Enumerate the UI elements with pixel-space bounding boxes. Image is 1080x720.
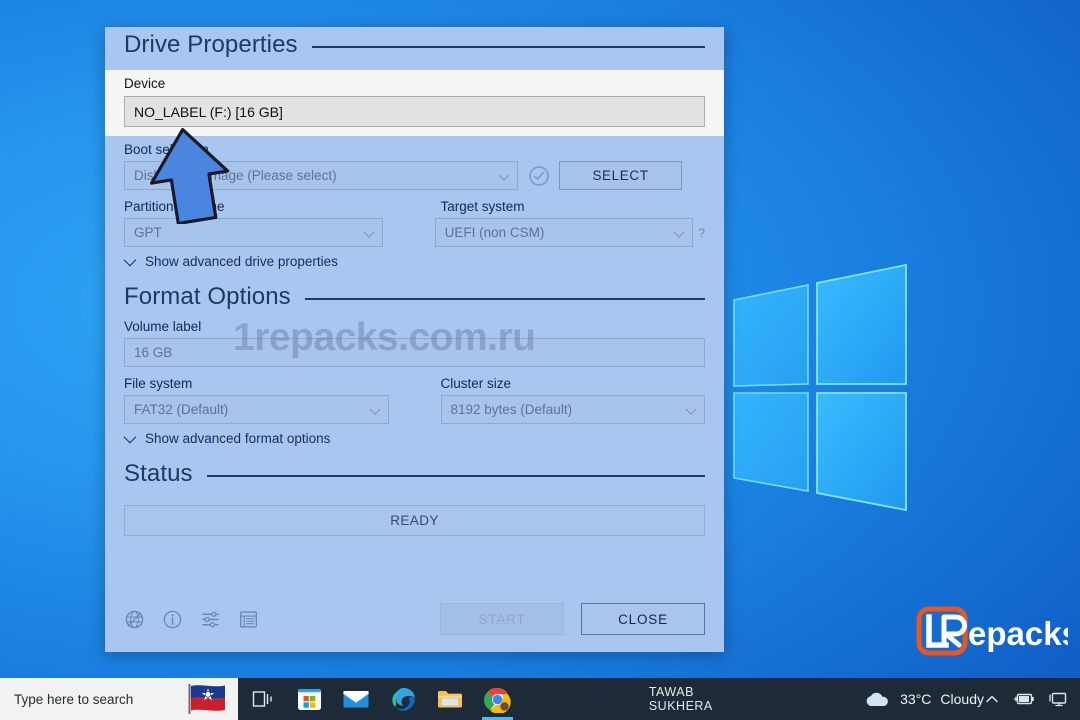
page-title: Drive Properties [124, 31, 298, 58]
battery-charging-icon[interactable] [1013, 691, 1035, 707]
target-system-value: UEFI (non CSM) [444, 225, 545, 240]
heading-rule [304, 297, 705, 300]
cluster-size-dropdown[interactable]: 8192 bytes (Default) [440, 395, 705, 424]
chevron-up-icon[interactable] [984, 691, 1000, 707]
system-tray [984, 691, 1080, 708]
close-button[interactable]: CLOSE [581, 603, 705, 635]
tool-icon-group [124, 609, 259, 630]
file-system-label: File system [124, 376, 193, 391]
chevron-down-icon [673, 226, 685, 238]
status-bar-wrap: READY [105, 505, 724, 536]
file-system-value: FAT32 (Default) [134, 402, 229, 417]
mail-icon[interactable] [333, 678, 380, 720]
file-system-dropdown[interactable]: FAT32 (Default) [124, 395, 389, 424]
checksum-button[interactable] [518, 165, 559, 187]
check-circle-icon [528, 165, 549, 186]
drive-properties-heading: Drive Properties [105, 31, 724, 59]
lrepacks-logo: epacks [916, 606, 1068, 656]
heading-rule [311, 45, 705, 48]
weather-widget[interactable]: 33°C Cloudy [863, 690, 984, 709]
folder-glyph-icon [438, 691, 463, 708]
microsoft-store-glyph-icon [297, 688, 321, 710]
settings-sliders-icon[interactable] [200, 609, 221, 630]
lrepacks-logo-text: epacks [968, 615, 1068, 652]
volume-label-input[interactable]: 16 GB [124, 338, 705, 367]
partition-scheme-dropdown[interactable]: GPT [124, 218, 383, 247]
target-system-help-icon[interactable]: ? [698, 226, 705, 240]
device-label: Device [124, 76, 166, 91]
partition-scheme-value: GPT [134, 225, 162, 240]
rufus-dialog: Drive Properties Device NO_LABEL (F:) [1… [105, 27, 724, 652]
globe-language-icon[interactable] [124, 609, 145, 630]
chevron-down-icon [685, 403, 697, 415]
start-button[interactable]: START [440, 603, 564, 635]
volume-label-row: 16 GB [105, 338, 724, 367]
volume-label-value: 16 GB [134, 345, 173, 360]
boot-selection-dropdown[interactable]: Disk or ISO image (Please select) [124, 161, 518, 190]
filesystem-cluster-row: FAT32 (Default) 8192 bytes (Default) [105, 395, 724, 424]
dialog-action-buttons: START CLOSE [440, 603, 705, 635]
cluster-size-value: 8192 bytes (Default) [450, 402, 573, 417]
partition-target-row: GPT UEFI (non CSM) ? [105, 218, 724, 247]
weather-condition: Cloudy [940, 691, 984, 707]
partition-scheme-label: Partition scheme [124, 199, 225, 214]
device-value: NO_LABEL (F:) [16 GB] [134, 103, 283, 120]
log-list-icon[interactable] [238, 609, 259, 630]
dialog-bottom-bar: START CLOSE [105, 586, 724, 652]
select-button[interactable]: SELECT [559, 161, 682, 190]
format-options-heading: Format Options [105, 283, 724, 311]
show-advanced-format-options-label: Show advanced format options [145, 431, 331, 446]
boot-selection-row: Disk or ISO image (Please select) SELECT [105, 161, 724, 190]
show-advanced-drive-properties-toggle[interactable]: Show advanced drive properties [105, 253, 724, 269]
partition-target-labels: Partition scheme Target system [105, 199, 724, 218]
desktop-screen: Drive Properties Device NO_LABEL (F:) [1… [0, 0, 1080, 720]
file-explorer-icon[interactable] [427, 678, 474, 720]
mail-envelope-glyph-icon [343, 691, 370, 708]
chrome-glyph-icon [483, 687, 511, 713]
target-system-dropdown[interactable]: UEFI (non CSM) [434, 218, 694, 247]
format-options-title: Format Options [124, 283, 291, 310]
status-title: Status [124, 460, 193, 487]
windows-logo-wallpaper [733, 263, 907, 512]
boot-selection-label: Boot selection [124, 142, 209, 157]
heading-rule [206, 474, 705, 477]
taskbar: Type here to search TAWAB SUKHERA 33°C C… [0, 678, 1080, 720]
microsoft-edge-icon[interactable] [380, 678, 427, 720]
task-view-icon[interactable] [238, 678, 285, 720]
chevron-down-icon [362, 226, 375, 238]
task-view-glyph-icon [252, 691, 272, 707]
user-name-label: TAWAB SUKHERA [648, 685, 713, 713]
edge-glyph-icon [392, 687, 415, 711]
status-heading: Status [105, 460, 724, 488]
device-field-group: Device NO_LABEL (F:) [16 GB] [105, 70, 724, 136]
status-badge: READY [124, 505, 705, 536]
device-dropdown[interactable]: NO_LABEL (F:) [16 GB] [124, 96, 705, 127]
chevron-down-icon [498, 169, 510, 181]
target-system-label: Target system [440, 199, 525, 214]
weather-temperature: 33°C [900, 691, 932, 707]
chevron-down-icon [368, 403, 381, 415]
volume-label-label: Volume label [124, 319, 202, 334]
network-monitor-icon[interactable] [1048, 691, 1068, 708]
filesystem-cluster-labels: File system Cluster size [105, 376, 724, 395]
boot-selection-value: Disk or ISO image (Please select) [134, 168, 337, 183]
info-about-icon[interactable] [162, 609, 183, 630]
flag-badge[interactable] [173, 678, 239, 720]
microsoft-store-icon[interactable] [286, 678, 333, 720]
cloud-icon [866, 692, 888, 706]
show-advanced-format-options-toggle[interactable]: Show advanced format options [105, 430, 724, 446]
juneteenth-flag-icon [188, 684, 225, 714]
search-input[interactable]: Type here to search [0, 678, 174, 720]
chevron-down-icon [123, 253, 137, 267]
search-placeholder: Type here to search [14, 691, 134, 707]
show-advanced-drive-properties-label: Show advanced drive properties [145, 254, 338, 269]
cluster-size-label: Cluster size [440, 376, 512, 391]
chevron-down-icon [123, 430, 137, 444]
google-chrome-icon[interactable] [474, 678, 521, 720]
